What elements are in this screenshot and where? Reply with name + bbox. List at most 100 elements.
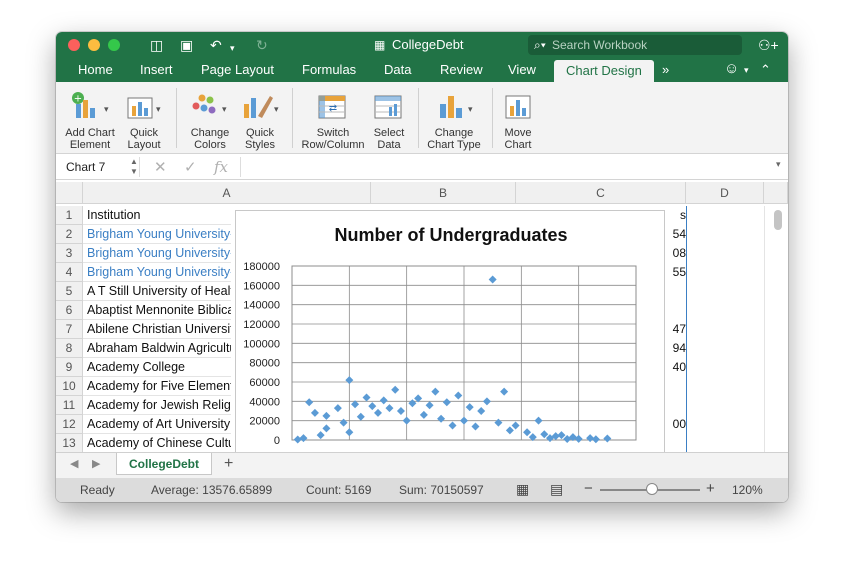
undo-dropdown-icon[interactable]: ▾ [230,40,235,56]
normal-view-icon[interactable]: ▦ [516,481,529,498]
feedback-dropdown-icon[interactable]: ▾ [744,65,749,76]
row-header[interactable]: 4 [56,263,83,282]
scatter-point[interactable] [448,421,457,430]
column-header-b[interactable]: B [371,182,516,204]
scatter-point[interactable] [431,387,440,396]
scatter-point[interactable] [339,418,348,427]
scatter-point[interactable] [591,435,600,444]
scroll-left-icon[interactable]: ◀ [70,457,78,470]
scatter-point[interactable] [511,421,520,430]
cell-c-partial[interactable]: s [664,206,686,225]
zoom-level[interactable]: 120% [732,483,763,497]
scatter-point[interactable] [299,434,308,443]
cell-c-partial[interactable]: 54 [664,225,686,244]
scatter-point[interactable] [425,401,434,410]
zoom-in-icon[interactable]: + [706,480,715,497]
row-header[interactable]: 5 [56,282,83,301]
search-box[interactable]: ⌕▾ Search Workbook [528,35,742,55]
cell-c-partial[interactable] [664,282,686,301]
redo-icon[interactable]: ↻ [256,37,268,53]
minimize-button[interactable] [88,39,100,51]
scatter-point[interactable] [374,408,382,417]
collapse-ribbon-icon[interactable]: ⌃ [760,62,771,78]
cell-c-partial[interactable]: 00 [664,415,686,434]
zoom-slider-knob[interactable] [646,483,658,495]
scatter-point[interactable] [465,403,474,412]
scatter-point[interactable] [396,407,405,415]
row-header[interactable]: 1 [56,206,83,225]
cell-a[interactable]: Abraham Baldwin Agricultural College [83,339,231,358]
cell-c-partial[interactable]: 55 [664,263,686,282]
scatter-point[interactable] [494,418,503,427]
cell-a[interactable]: Academy College [83,358,231,377]
scatter-point[interactable] [305,398,314,407]
row-header[interactable]: 10 [56,377,83,396]
formula-input[interactable] [240,157,772,177]
scatter-point[interactable] [310,408,319,417]
scatter-point[interactable] [379,396,388,405]
cell-c-partial[interactable] [664,301,686,320]
formula-expand-icon[interactable]: ▾ [776,159,781,170]
scatter-point[interactable] [534,416,543,425]
tab-data[interactable]: Data [384,62,411,77]
cell-a[interactable]: Brigham Young University-Provo [83,244,231,263]
row-header[interactable]: 6 [56,301,83,320]
scatter-point[interactable] [385,404,394,413]
scatter-point[interactable] [316,431,325,440]
cell-a[interactable]: Academy of Chinese Culture and Health Sc… [83,434,231,452]
scatter-point[interactable] [454,391,463,400]
cell-c-partial[interactable]: 94 [664,339,686,358]
page-layout-view-icon[interactable]: ▤ [550,481,563,498]
chart-object[interactable]: Number of Undergraduates 0 20000 40000 6000… [235,210,665,452]
change-chart-type-button[interactable]: ▾ Change Chart Type [422,90,486,151]
more-tabs-icon[interactable]: » [662,62,669,77]
spreadsheet-grid[interactable]: A B C D 1 Institution s 2 Brigham Young Univ… [56,180,788,452]
column-header-c[interactable]: C [516,182,686,204]
scatter-point[interactable] [586,434,595,443]
scatter-point[interactable] [437,414,446,423]
scatter-point[interactable] [419,410,428,419]
close-button[interactable] [68,39,80,51]
cell-a[interactable]: Brigham Young University-Hawaii [83,263,231,282]
scatter-point[interactable] [402,416,411,425]
function-icon[interactable]: fx [214,158,228,176]
vertical-scrollbar-thumb[interactable] [774,210,782,230]
switch-row-column-button[interactable]: ⇄ Switch Row/Column [300,90,366,151]
row-header[interactable]: 12 [56,415,83,434]
row-header[interactable]: 13 [56,434,83,452]
scatter-point[interactable] [500,387,509,396]
search-input[interactable]: Search Workbook [552,38,647,52]
save-icon[interactable]: ▣ [180,37,193,53]
scatter-point[interactable] [482,397,491,406]
sheet-tab-collegedebt[interactable]: CollegeDebt [116,453,213,475]
undo-icon[interactable]: ↶ [210,37,222,53]
cell-a[interactable]: Brigham Young University-Idaho [83,225,231,244]
scatter-point[interactable] [368,402,377,411]
cell-a[interactable]: Academy of Art University [83,415,231,434]
scatter-point[interactable] [488,275,497,284]
zoom-button[interactable] [108,39,120,51]
tab-chart-design[interactable]: Chart Design [554,60,654,82]
smiley-feedback-icon[interactable]: ☺ [724,60,739,77]
scatter-point[interactable] [362,393,371,402]
tab-insert[interactable]: Insert [140,62,173,77]
cell-a[interactable]: Academy for Five Element Acupuncture [83,377,231,396]
move-chart-button[interactable]: Move Chart [498,90,538,151]
scatter-point[interactable] [540,430,549,439]
cell-c-partial[interactable]: 47 [664,320,686,339]
column-header-d[interactable]: D [686,182,764,204]
cell-c-partial[interactable] [664,434,686,452]
quick-layout-button[interactable]: ▾ Quick Layout [120,90,168,151]
select-data-button[interactable]: Select Data [366,90,412,151]
row-header[interactable]: 2 [56,225,83,244]
cancel-icon[interactable]: ✕ [154,158,167,176]
row-header[interactable]: 11 [56,396,83,415]
name-box[interactable]: Chart 7 ▲ ▼ [58,157,140,177]
tab-formulas[interactable]: Formulas [302,62,356,77]
tab-home[interactable]: Home [78,62,113,77]
scatter-point[interactable] [345,428,354,437]
change-colors-button[interactable]: ▾ Change Colors [184,90,236,151]
tab-review[interactable]: Review [440,62,483,77]
cell-a[interactable]: Abaptist Mennonite Biblical Seminary [83,301,231,320]
scatter-point[interactable] [523,428,532,437]
